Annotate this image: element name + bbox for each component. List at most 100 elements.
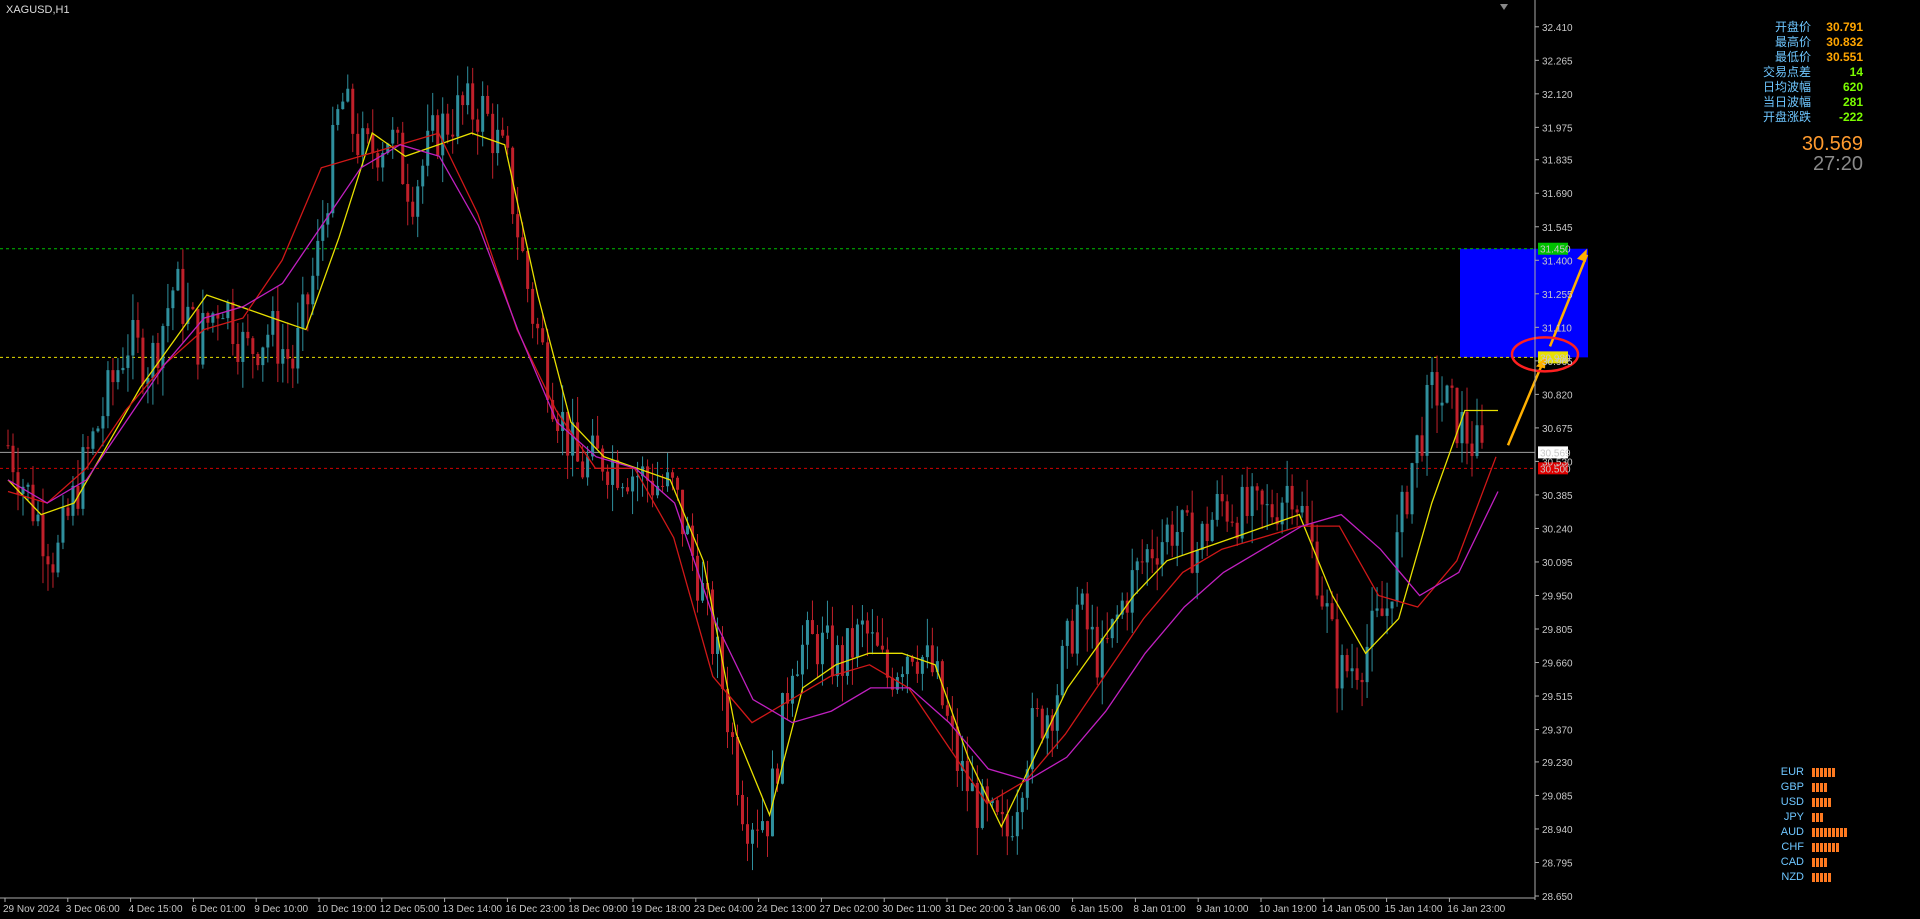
strength-bar (1820, 783, 1823, 792)
candle-body (945, 705, 949, 716)
candle-body (1140, 561, 1144, 563)
strength-bar (1812, 813, 1815, 822)
candle-body (1060, 645, 1064, 696)
candle-body (1250, 486, 1254, 516)
currency-name: CHF (1781, 841, 1804, 853)
candle-body (1015, 812, 1019, 837)
candle-body (1175, 532, 1179, 546)
candle-body (755, 829, 759, 831)
x-tick-label: 9 Dec 10:00 (254, 904, 308, 915)
strength-bar (1828, 828, 1831, 837)
candle-body (341, 101, 345, 110)
candle-body (1020, 797, 1024, 813)
candle-body (301, 294, 305, 328)
candle-body (106, 370, 110, 417)
strength-bar (1820, 858, 1823, 867)
y-tick-label: 28.650 (1542, 892, 1573, 903)
candle-body (261, 347, 265, 366)
strength-bar (1812, 828, 1815, 837)
candle-body (845, 628, 849, 676)
price-chart[interactable]: 31.45030.98030.56930.500 32.41032.26532.… (0, 0, 1920, 919)
candle-body (1155, 558, 1159, 565)
candle-body (61, 507, 65, 543)
candle-body (1340, 655, 1344, 689)
strength-bar (1816, 858, 1819, 867)
y-tick-label: 30.530 (1542, 457, 1573, 468)
candle-body (1295, 509, 1299, 513)
candle-body (441, 113, 445, 156)
candle-body (905, 656, 909, 675)
strength-bars (1812, 768, 1835, 777)
candle-body (351, 88, 355, 134)
strength-bar (1820, 768, 1823, 777)
candle-body (566, 411, 570, 456)
candle-body (1430, 372, 1434, 385)
candle-body (1405, 491, 1409, 515)
y-tick-label: 31.110 (1542, 323, 1572, 334)
currency-row: NZD (1768, 870, 1847, 885)
candle-body (306, 294, 310, 305)
candle-body (536, 323, 540, 329)
bar-countdown-timer: 27:20 (1812, 153, 1863, 175)
y-tick-label: 32.120 (1542, 90, 1573, 101)
candle-body (1270, 504, 1274, 518)
y-tick-label: 28.940 (1542, 825, 1573, 836)
candle-body (406, 184, 410, 202)
candle-body (1260, 490, 1264, 505)
candle-body (91, 431, 95, 449)
candle-body (171, 290, 175, 309)
x-tick-label: 6 Dec 01:00 (191, 904, 245, 915)
strength-bar (1812, 768, 1815, 777)
candle-body (51, 564, 55, 573)
candle-body (46, 556, 50, 565)
candle-body (741, 794, 745, 825)
strength-bar (1828, 768, 1831, 777)
candle-body (251, 338, 255, 354)
currency-row: JPY (1768, 810, 1847, 825)
x-tick-label: 24 Dec 13:00 (757, 904, 817, 915)
candle-body (1450, 385, 1454, 388)
strength-bar (1812, 798, 1815, 807)
candle-body (336, 109, 340, 125)
candle-body (316, 240, 320, 276)
candle-body (696, 555, 700, 601)
strength-bar (1824, 828, 1827, 837)
x-tick-label: 15 Jan 14:00 (1385, 904, 1443, 915)
currency-name: JPY (1783, 811, 1804, 823)
strength-bar (1824, 873, 1827, 882)
candle-body (481, 95, 485, 132)
candle-body (850, 628, 854, 658)
candle-body (1305, 505, 1309, 524)
x-tick-label: 6 Jan 15:00 (1071, 904, 1124, 915)
x-tick-label: 31 Dec 20:00 (945, 904, 1005, 915)
strength-bar (1828, 843, 1831, 852)
candle-body (521, 237, 525, 252)
candle-body (750, 829, 754, 844)
candle-body (116, 370, 120, 383)
candle-body (1355, 668, 1359, 680)
candle-body (1330, 603, 1334, 620)
candle-body (1160, 542, 1164, 565)
x-tick-label: 16 Dec 23:00 (505, 904, 565, 915)
candle-body (745, 824, 749, 844)
strength-bars (1812, 828, 1847, 837)
strength-bars (1812, 843, 1839, 852)
candle-body (1465, 412, 1469, 444)
candle-body (1185, 510, 1189, 513)
candle-body (621, 487, 625, 489)
candle-body (196, 309, 200, 365)
currency-name: USD (1780, 796, 1804, 808)
x-tick-label: 3 Jan 06:00 (1008, 904, 1061, 915)
strength-bar (1816, 828, 1819, 837)
currency-row: GBP (1768, 780, 1847, 795)
strength-bar (1816, 843, 1819, 852)
info-row: 日均波幅 620 (1763, 80, 1863, 95)
candle-body (1350, 668, 1354, 672)
candle-body (1200, 523, 1204, 551)
strength-bar (1832, 768, 1835, 777)
strength-bar (1840, 828, 1843, 837)
candle-body (71, 485, 75, 516)
candle-body (795, 674, 799, 676)
candle-body (880, 645, 884, 650)
currency-name: AUD (1780, 826, 1804, 838)
